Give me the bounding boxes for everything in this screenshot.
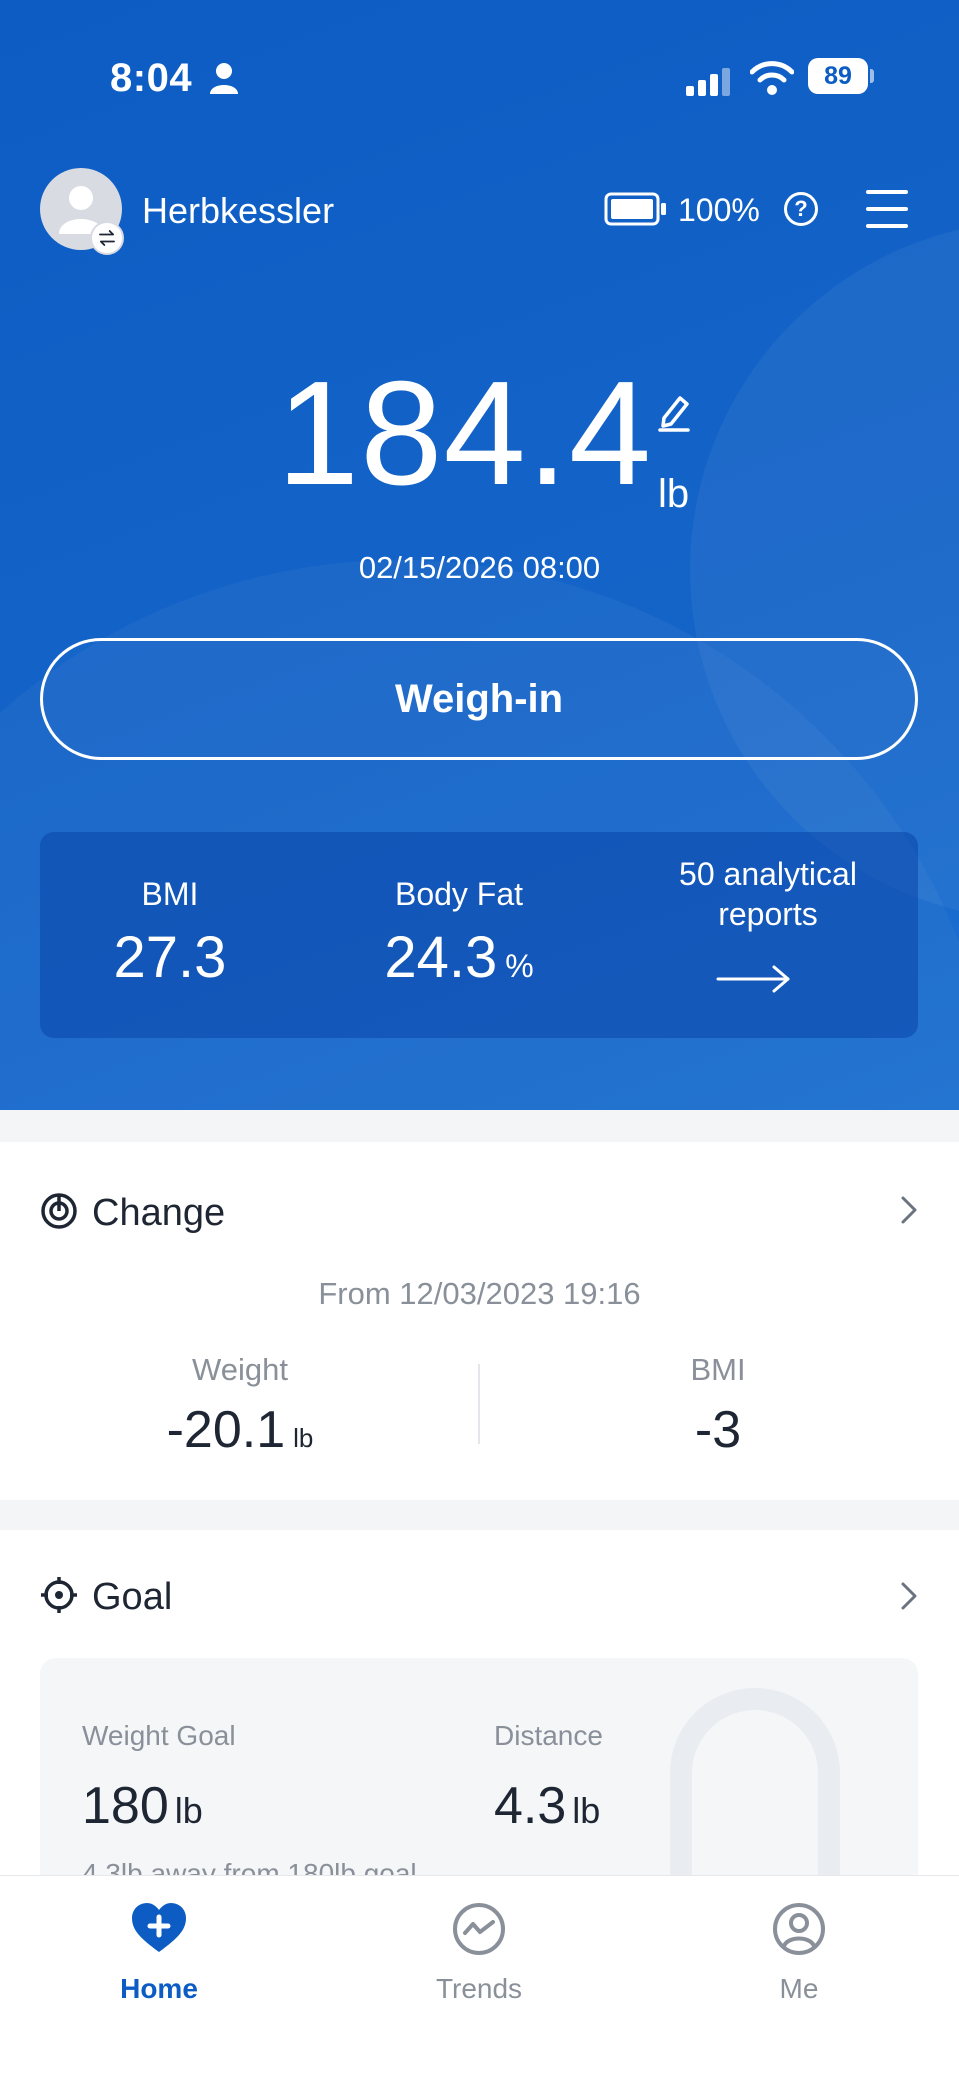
body-fat-value: 24.3: [384, 925, 498, 990]
wifi-icon: [750, 61, 794, 95]
distance-unit: lb: [572, 1790, 601, 1831]
distance-value-wrap: 4.3 lb: [494, 1776, 603, 1836]
change-weight-unit: lb: [293, 1423, 314, 1453]
profile-icon: [773, 1903, 825, 1955]
change-title: Change: [92, 1192, 226, 1234]
change-bmi-label: BMI: [690, 1352, 746, 1387]
status-bar: 8:04 89: [0, 40, 959, 116]
measurement-datetime: 02/15/2026 08:00: [358, 550, 601, 585]
weight-goal-value: 180: [82, 1777, 169, 1835]
person-icon: [210, 63, 238, 94]
goal-title: Goal: [92, 1576, 173, 1618]
battery-level: 89: [808, 58, 868, 94]
chevron-right-icon[interactable]: [898, 1580, 920, 1612]
trends-icon: [453, 1903, 505, 1955]
change-card[interactable]: Change From 12/03/2023 19:16 Weight -20.…: [0, 1142, 959, 1500]
signal-icon: [686, 68, 730, 96]
tab-bar: Home Trends Me: [0, 1875, 959, 2085]
change-weight-value-wrap: -20.1 lb: [40, 1400, 440, 1460]
change-weight-label: Weight: [192, 1352, 288, 1387]
chevron-right-icon[interactable]: [898, 1194, 920, 1226]
edit-icon[interactable]: [656, 392, 692, 432]
weight-value: 184.4: [276, 351, 653, 516]
weight-unit: lb: [658, 472, 690, 516]
arrow-right-icon: [716, 965, 790, 993]
body-fat-label: Body Fat: [394, 876, 524, 912]
weight-goal: Weight Goal 180 lb: [82, 1720, 236, 1836]
change-bmi-value: -3: [694, 1401, 742, 1459]
goal-distance: Distance 4.3 lb: [494, 1720, 603, 1836]
username[interactable]: Herbkessler: [142, 190, 334, 232]
weight-goal-value-wrap: 180 lb: [82, 1776, 236, 1836]
change-weight: Weight -20.1 lb: [40, 1352, 440, 1460]
decorative-shape: [670, 1688, 840, 1875]
body-fat-value-wrap: 24.3%: [300, 924, 618, 991]
target-icon: [41, 1577, 77, 1613]
change-bmi: BMI -3: [518, 1352, 918, 1460]
analytical-reports-link[interactable]: 50 analytical reports: [618, 832, 918, 1038]
weight-goal-unit: lb: [174, 1790, 203, 1831]
goal-card[interactable]: Goal Weight Goal 180 lb Distance 4.3 lb 4.…: [0, 1530, 959, 1875]
tab-trends[interactable]: Trends: [379, 1900, 579, 2005]
change-from-date: From 12/03/2023 19:16: [318, 1276, 641, 1311]
help-icon[interactable]: ?: [784, 192, 818, 226]
distance-label: Distance: [494, 1720, 603, 1751]
body-fat-metric[interactable]: Body Fat 24.3%: [300, 832, 618, 1038]
battery-icon: 89: [808, 58, 874, 94]
metrics-card: BMI 27.3 Body Fat 24.3% 50 analytical re…: [40, 832, 918, 1038]
menu-icon[interactable]: [866, 190, 910, 228]
tab-trends-label: Trends: [435, 1973, 523, 2004]
tab-home[interactable]: Home: [59, 1900, 259, 2005]
scale-battery-icon: [604, 192, 666, 226]
heart-plus-icon: [132, 1903, 186, 1952]
change-icon: [41, 1193, 77, 1229]
hero-panel: 8:04 89 Herbkessler 100% ? 184.4 lb 02/1…: [0, 0, 959, 1110]
reports-label: 50 analytical reports: [679, 856, 857, 932]
bmi-label: BMI: [141, 876, 199, 912]
header: Herbkessler 100% ?: [0, 168, 959, 255]
goal-note: 4.3lb away from 180lb goal: [82, 1858, 417, 1875]
scale-battery-percent: 100%: [678, 192, 760, 228]
status-time: 8:04: [110, 56, 193, 100]
tab-me-label: Me: [779, 1973, 819, 2004]
goal-summary: Weight Goal 180 lb Distance 4.3 lb 4.3lb a…: [40, 1658, 918, 1875]
tab-me[interactable]: Me: [699, 1900, 899, 2005]
switch-user-icon[interactable]: [90, 221, 124, 255]
weight-goal-label: Weight Goal: [82, 1720, 236, 1751]
body-fat-unit: %: [505, 948, 534, 984]
weigh-in-button[interactable]: Weigh-in: [40, 638, 918, 760]
change-weight-value: -20.1: [166, 1401, 286, 1459]
bmi-value: 27.3: [113, 925, 227, 990]
divider: [478, 1364, 480, 1444]
bmi-metric[interactable]: BMI 27.3: [40, 832, 300, 1038]
tab-home-label: Home: [120, 1973, 198, 2004]
distance-value: 4.3: [494, 1777, 567, 1835]
